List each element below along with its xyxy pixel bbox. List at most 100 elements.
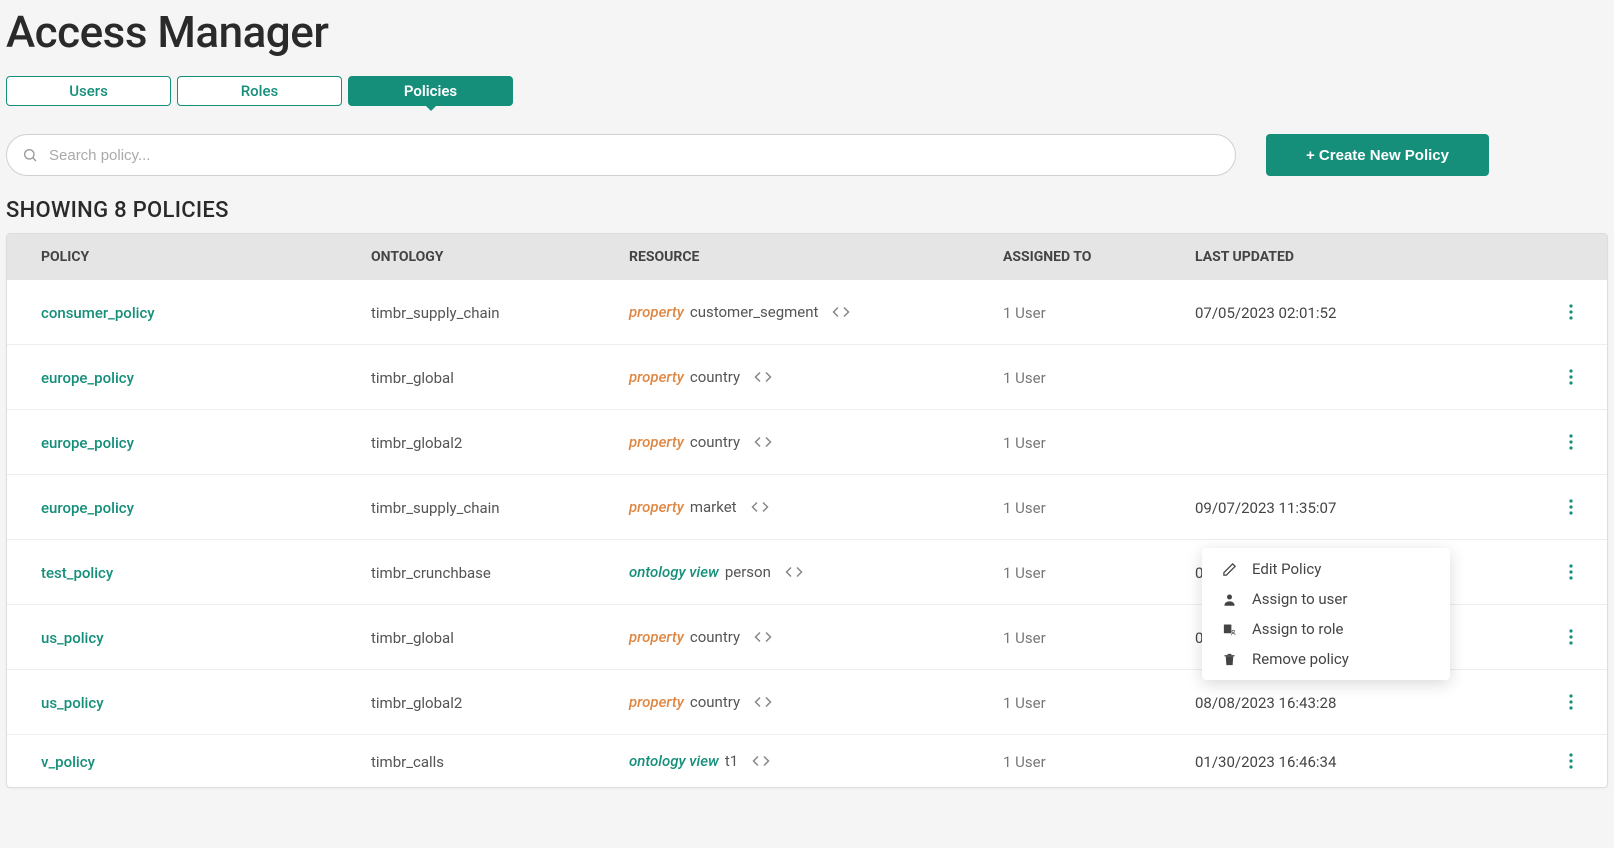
policy-name-link[interactable]: europe_policy [41,434,134,452]
row-more-button[interactable] [1565,430,1577,454]
policy-name-link[interactable]: test_policy [41,564,113,582]
assigned-to: 1 User [1003,753,1046,771]
ontology-name: timbr_global [371,369,454,387]
assigned-to: 1 User [1003,694,1046,712]
code-icon[interactable] [754,368,772,386]
resource-name: country [690,628,740,646]
table-row: v_policy timbr_calls ontology view t1 1 … [7,735,1607,787]
menu-item-edit-policy[interactable]: Edit Policy [1202,554,1450,584]
resource-name: t1 [725,752,738,770]
table-row: europe_policy timbr_supply_chain propert… [7,475,1607,540]
code-icon[interactable] [751,498,769,516]
last-updated: 07/05/2023 02:01:52 [1195,304,1336,322]
table-row: consumer_policy timbr_supply_chain prope… [7,280,1607,345]
resource-cell: ontology view t1 [629,752,1003,770]
code-icon[interactable] [754,628,772,646]
table-header: POLICY ONTOLOGY RESOURCE ASSIGNED TO LAS… [7,234,1607,280]
row-more-button[interactable] [1565,495,1577,519]
page-title: Access Manager [6,0,1608,76]
last-updated: 01/30/2023 16:46:34 [1195,753,1336,771]
resource-cell: property country [629,628,1003,646]
menu-item-assign-user[interactable]: Assign to user [1202,584,1450,614]
assigned-to: 1 User [1003,564,1046,582]
assigned-to: 1 User [1003,629,1046,647]
resource-type: property [629,303,684,321]
resource-cell: property country [629,693,1003,711]
col-header-updated: LAST UPDATED [1195,249,1427,265]
row-more-button[interactable] [1565,690,1577,714]
menu-item-remove-policy[interactable]: Remove policy [1202,644,1450,674]
table-row: europe_policy timbr_global2 property cou… [7,410,1607,475]
row-more-button[interactable] [1565,625,1577,649]
col-header-policy: POLICY [21,249,371,265]
policy-name-link[interactable]: us_policy [41,694,104,712]
policy-name-link[interactable]: europe_policy [41,369,134,387]
pencil-icon [1220,562,1238,577]
ontology-name: timbr_supply_chain [371,499,500,517]
menu-item-assign-role[interactable]: Assign to role [1202,614,1450,644]
search-icon [22,147,38,163]
col-header-resource: RESOURCE [629,249,1003,265]
menu-label: Assign to user [1252,590,1347,608]
code-icon[interactable] [832,303,850,321]
ontology-name: timbr_crunchbase [371,564,491,582]
resource-name: person [725,563,771,581]
tab-users[interactable]: Users [6,76,171,106]
ontology-name: timbr_calls [371,753,444,771]
menu-label: Assign to role [1252,620,1343,638]
resource-cell: property customer_segment [629,303,1003,321]
row-context-menu: Edit Policy Assign to user Assign to rol… [1202,548,1450,680]
tabs-container: Users Roles Policies [6,76,1608,106]
assigned-to: 1 User [1003,304,1046,322]
resource-cell: property country [629,368,1003,386]
code-icon[interactable] [754,433,772,451]
role-icon [1220,622,1238,637]
assigned-to: 1 User [1003,369,1046,387]
ontology-name: timbr_global2 [371,694,462,712]
resource-type: property [629,433,684,451]
toolbar: + Create New Policy [6,134,1608,176]
resource-type: property [629,628,684,646]
col-header-assigned: ASSIGNED TO [1003,249,1195,265]
search-wrap [6,134,1236,176]
resource-type: property [629,693,684,711]
policy-name-link[interactable]: consumer_policy [41,304,155,322]
col-header-ontology: ONTOLOGY [371,249,629,265]
resource-name: country [690,433,740,451]
resource-name: customer_segment [690,303,819,321]
create-policy-button[interactable]: + Create New Policy [1266,134,1489,176]
resource-name: market [690,498,737,516]
resource-type: ontology view [629,563,719,581]
code-icon[interactable] [754,693,772,711]
trash-icon [1220,652,1238,667]
assigned-to: 1 User [1003,499,1046,517]
last-updated: 08/08/2023 16:43:28 [1195,694,1336,712]
resource-cell: property country [629,433,1003,451]
resource-type: property [629,368,684,386]
assigned-to: 1 User [1003,434,1046,452]
resource-name: country [690,368,740,386]
code-icon[interactable] [752,752,770,770]
search-input[interactable] [6,134,1236,176]
row-more-button[interactable] [1565,560,1577,584]
row-more-button[interactable] [1565,300,1577,324]
code-icon[interactable] [785,563,803,581]
policy-name-link[interactable]: v_policy [41,753,95,771]
policy-name-link[interactable]: europe_policy [41,499,134,517]
tab-policies[interactable]: Policies [348,76,513,106]
table-row: europe_policy timbr_global property coun… [7,345,1607,410]
showing-count: SHOWING 8 POLICIES [6,198,1608,223]
resource-cell: ontology view person [629,563,1003,581]
last-updated: 09/07/2023 11:35:07 [1195,499,1336,517]
row-more-button[interactable] [1565,749,1577,773]
row-more-button[interactable] [1565,365,1577,389]
resource-type: ontology view [629,752,719,770]
menu-label: Edit Policy [1252,560,1321,578]
resource-cell: property market [629,498,1003,516]
resource-type: property [629,498,684,516]
user-icon [1220,592,1238,607]
ontology-name: timbr_global [371,629,454,647]
ontology-name: timbr_supply_chain [371,304,500,322]
policy-name-link[interactable]: us_policy [41,629,104,647]
tab-roles[interactable]: Roles [177,76,342,106]
